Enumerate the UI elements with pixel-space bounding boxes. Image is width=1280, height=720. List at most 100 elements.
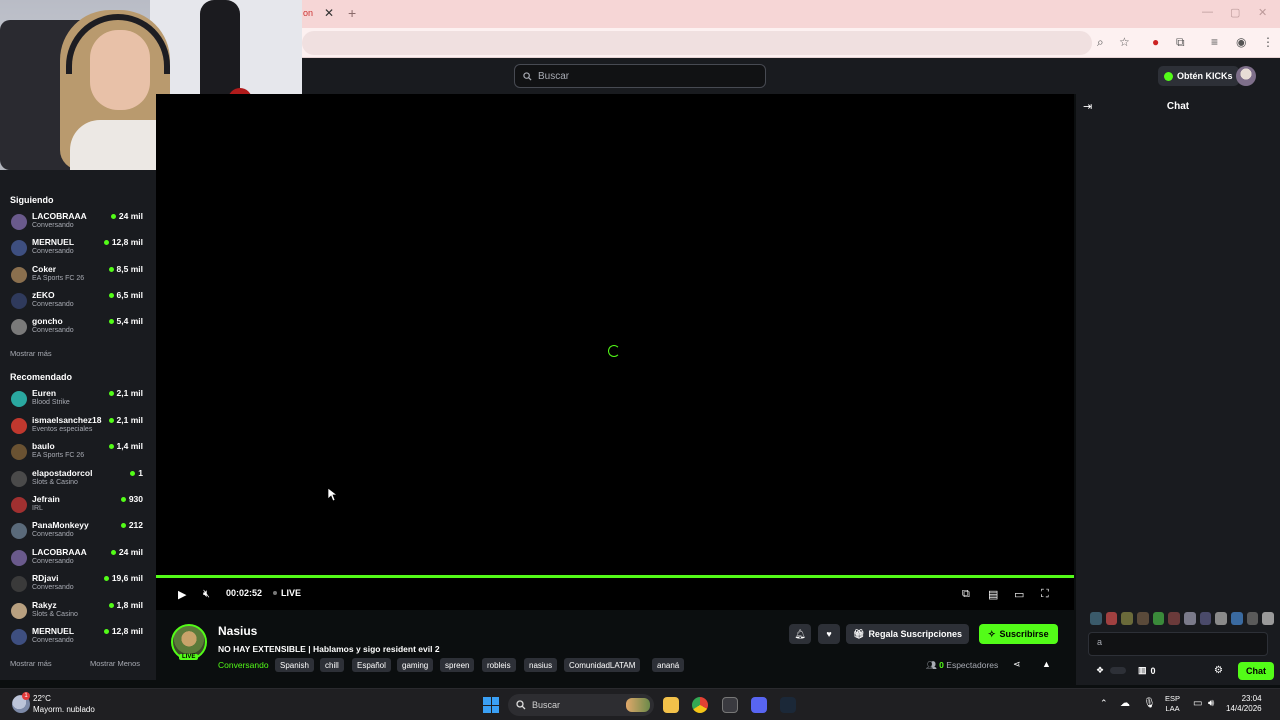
sidebar-channel[interactable]: ismaelsanchez18 Eventos especiales 2,1 m… (0, 415, 156, 441)
sidebar-channel[interactable]: elapostadorcol Slots & Casino 1 (0, 468, 156, 494)
sidebar-channel[interactable]: goncho Conversando 5,4 mil (0, 316, 156, 342)
fullscreen-icon[interactable]: ⛶ (1041, 588, 1049, 601)
show-less-link[interactable]: Mostrar Menos (90, 659, 140, 668)
maximize-icon[interactable]: ▢ (1230, 6, 1240, 19)
extensions-puzzle-icon[interactable]: ⧉ (1176, 35, 1185, 50)
stream-tag[interactable]: chill (320, 658, 344, 672)
new-tab-button[interactable]: + (348, 5, 356, 21)
stream-tag[interactable]: nasius (524, 658, 558, 672)
category-link[interactable]: Conversando (218, 660, 269, 670)
sidebar-channel[interactable]: MERNUEL Conversando 12,8 mil (0, 237, 156, 263)
emote-icon[interactable] (1137, 612, 1149, 625)
miniplayer-icon[interactable]: ⧉ (962, 588, 970, 601)
chrome-icon[interactable] (692, 697, 708, 713)
chat-send-button[interactable]: Chat (1238, 662, 1274, 680)
discord-icon[interactable] (751, 697, 767, 713)
show-more-following-link[interactable]: Mostrar más (10, 349, 52, 358)
stream-tag[interactable]: spreen (440, 658, 475, 672)
stream-tag[interactable]: ComunidadLATAM (564, 658, 641, 672)
weather-temperature: 22°C (33, 694, 51, 703)
steam-icon[interactable] (780, 697, 796, 713)
chat-user-count[interactable]: ▥ 0 (1138, 665, 1156, 676)
window-close-icon[interactable]: ✕ (1258, 6, 1267, 19)
emote-icon[interactable] (1262, 612, 1275, 625)
emote-icon[interactable] (1199, 612, 1212, 625)
tab-fragment[interactable]: on (303, 8, 313, 18)
sidebar-channel[interactable]: Euren Blood Strike 2,1 mil (0, 388, 156, 414)
sidebar-channel[interactable]: MERNUEL Conversando 12,8 mil (0, 626, 156, 652)
report-icon[interactable]: ▲ (1042, 659, 1051, 669)
show-more-link[interactable]: Mostrar más (10, 659, 52, 668)
address-bar[interactable] (302, 31, 1092, 55)
file-explorer-icon[interactable] (663, 697, 679, 713)
user-avatar[interactable] (1236, 66, 1256, 86)
bookmark-star-icon[interactable]: ☆ (1119, 35, 1130, 49)
start-button[interactable] (483, 697, 499, 713)
sidebar-channel[interactable]: baulo EA Sports FC 26 1,4 mil (0, 441, 156, 467)
notification-bell-button[interactable]: 🔔︎ (789, 624, 811, 644)
emote-icon[interactable] (1090, 612, 1102, 625)
sidebar-channel[interactable]: LACOBRAAA Conversando 24 mil (0, 547, 156, 573)
clip-icon[interactable]: ▤ (988, 588, 998, 601)
sidebar-channel[interactable]: Jefrain IRL 930 (0, 494, 156, 520)
sidebar-channel[interactable]: zEKO Conversando 6,5 mil (0, 290, 156, 316)
sidebar-channel[interactable]: RDjavi Conversando 19,6 mil (0, 573, 156, 599)
recommended-title: Recomendado (10, 372, 73, 382)
browser-menu-icon[interactable]: ⋮ (1262, 35, 1274, 49)
stream-tag[interactable]: gaming (397, 658, 434, 672)
minimize-icon[interactable]: — (1202, 6, 1213, 18)
opera-extension-icon[interactable]: ● (1152, 35, 1159, 49)
channel-name: PanaMonkeyy (32, 520, 89, 530)
emote-icon[interactable] (1121, 612, 1134, 625)
tab-close-button[interactable]: ✕ (324, 6, 334, 20)
live-indicator[interactable]: LIVE (273, 588, 301, 598)
gift-subs-button[interactable]: 🎁︎ Regala Suscripciones (846, 624, 969, 644)
emote-icon[interactable] (1231, 612, 1243, 625)
emote-icon[interactable] (1246, 612, 1259, 625)
tab-search-icon[interactable]: ≡ (1211, 35, 1218, 49)
sidebar-channel[interactable]: Rakyz Slots & Casino 1,8 mil (0, 600, 156, 626)
stream-tag[interactable]: Spanish (275, 658, 314, 672)
emote-icon[interactable] (1105, 612, 1118, 625)
play-icon[interactable]: ▶ (178, 588, 186, 601)
channel-name: MERNUEL (32, 626, 75, 636)
stream-tag[interactable]: Español (352, 658, 391, 672)
stream-tag[interactable]: ananá (652, 658, 685, 672)
stream-tag[interactable]: robleis (482, 658, 516, 672)
share-icon[interactable]: ⋖ (1013, 659, 1021, 670)
microphone-icon[interactable]: 🎙︎ (1143, 698, 1156, 709)
monitor-icon[interactable]: ▭ (1193, 698, 1202, 709)
search-input[interactable]: Buscar (514, 64, 766, 88)
theater-mode-icon[interactable]: ▭ (1014, 588, 1024, 601)
channel-name: ismaelsanchez18 (32, 415, 102, 425)
cloud-icon[interactable]: ☁ (1120, 698, 1130, 709)
sidebar-channel[interactable]: Coker EA Sports FC 26 8,5 mil (0, 264, 156, 290)
subscribe-button[interactable]: ✧ Suscribirse (979, 624, 1058, 644)
streamer-name[interactable]: Nasius (218, 624, 257, 638)
emote-icon[interactable] (1168, 612, 1181, 625)
chat-input[interactable]: a (1088, 632, 1268, 656)
get-kicks-button[interactable]: Obtén KICKs (1158, 66, 1239, 86)
mute-icon[interactable]: 🔇︎ (203, 588, 210, 601)
tray-overflow-icon[interactable]: ⌃ (1100, 698, 1108, 709)
loading-spinner-icon (608, 345, 620, 357)
profile-avatar-icon[interactable]: ◉ (1236, 35, 1246, 49)
clock[interactable]: 23:04 14/4/2026 (1226, 694, 1262, 714)
volume-icon[interactable]: 🔊︎ (1208, 698, 1214, 709)
sidebar-channel[interactable]: PanaMonkeyy Conversando 212 (0, 520, 156, 546)
emote-icon[interactable] (1184, 612, 1196, 625)
zoom-icon[interactable]: ⌕ (1097, 35, 1104, 50)
gear-icon[interactable]: ⚙ (1214, 665, 1223, 676)
obs-icon[interactable] (722, 697, 738, 713)
sidebar-channel[interactable]: LACOBRAAA Conversando 24 mil (0, 211, 156, 237)
emote-icon[interactable] (1152, 612, 1165, 625)
emote-icon[interactable] (1215, 612, 1228, 625)
bell-icon: 🔔︎ (794, 628, 806, 639)
language-indicator[interactable]: ESP LAA (1165, 694, 1180, 714)
video-player[interactable]: ▶ 🔇︎ 00:02:52 LIVE ⧉ ▤ ▭ ⛶ (156, 94, 1074, 610)
chat-kicks-button[interactable]: ❖ (1096, 665, 1127, 676)
taskbar-search[interactable]: Buscar (508, 694, 654, 716)
channel-viewers: 1,8 mil (108, 600, 143, 610)
viewer-count: 12,8 mil (111, 237, 143, 247)
follow-button[interactable]: ♥ (818, 624, 840, 644)
